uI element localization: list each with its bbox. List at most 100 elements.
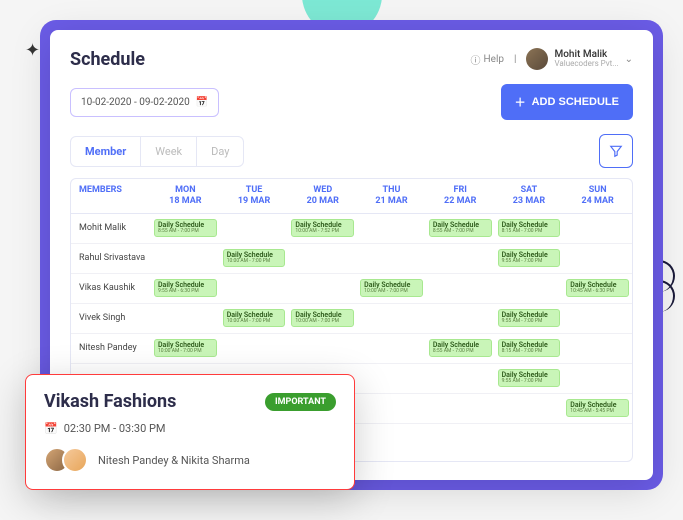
chip-time: 10:45 AM - 5:45 PM: [570, 409, 625, 414]
schedule-cell[interactable]: [288, 274, 357, 303]
schedule-cell[interactable]: Daily Schedule8:55 AM - 7:00 PM: [151, 214, 220, 243]
schedule-chip[interactable]: Daily Schedule10:00 AM - 7:52 PM: [291, 219, 354, 237]
topbar-right: ⓘ Help | Mohit Malik Valuecoders Pvt... …: [471, 48, 633, 70]
schedule-cell[interactable]: [563, 334, 632, 363]
schedule-cell[interactable]: [426, 394, 495, 423]
schedule-cell[interactable]: [495, 274, 564, 303]
schedule-chip[interactable]: Daily Schedule10:00 AM - 7:00 PM: [291, 309, 354, 327]
schedule-cell[interactable]: [563, 214, 632, 243]
schedule-cell[interactable]: [426, 244, 495, 273]
table-row: Nitesh PandeyDaily Schedule10:00 AM - 7:…: [71, 334, 632, 364]
attendee-names: Nitesh Pandey & Nikita Sharma: [98, 454, 250, 467]
schedule-cell[interactable]: [495, 394, 564, 423]
schedule-cell[interactable]: Daily Schedule10:00 AM - 7:00 PM: [357, 274, 426, 303]
divider: |: [514, 54, 516, 65]
schedule-chip[interactable]: Daily Schedule9:55 AM - 7:00 PM: [498, 369, 561, 387]
schedule-cell[interactable]: Daily Schedule10:00 AM - 7:00 PM: [288, 304, 357, 333]
user-info: Mohit Malik Valuecoders Pvt...: [554, 49, 618, 69]
schedule-cell[interactable]: [563, 304, 632, 333]
schedule-cell[interactable]: [220, 274, 289, 303]
chip-time: 10:00 AM - 7:00 PM: [227, 259, 282, 264]
view-tabs: Member Week Day: [70, 136, 244, 167]
chip-time: 8:55 AM - 7:00 PM: [433, 229, 488, 234]
schedule-cell[interactable]: Daily Schedule10:00 AM - 7:00 PM: [220, 304, 289, 333]
schedule-cell[interactable]: Daily Schedule10:00 AM - 7:00 PM: [220, 244, 289, 273]
chip-time: 8:55 AM - 7:00 PM: [433, 349, 488, 354]
schedule-chip[interactable]: Daily Schedule8:55 AM - 7:00 PM: [154, 219, 217, 237]
tab-member[interactable]: Member: [71, 137, 141, 166]
schedule-chip[interactable]: Daily Schedule9:55 AM - 7:00 PM: [498, 249, 561, 267]
add-schedule-label: ADD SCHEDULE: [532, 96, 619, 108]
schedule-cell[interactable]: Daily Schedule10:45 AM - 5:45 PM: [563, 394, 632, 423]
schedule-chip[interactable]: Daily Schedule10:00 AM - 7:00 PM: [223, 309, 286, 327]
tab-day[interactable]: Day: [197, 137, 243, 166]
schedule-cell[interactable]: [288, 244, 357, 273]
chip-time: 8:15 AM - 7:00 PM: [502, 229, 557, 234]
calendar-icon: 📅: [44, 422, 58, 435]
filter-button[interactable]: [599, 134, 633, 168]
schedule-cell[interactable]: Daily Schedule8:55 AM - 7:00 PM: [426, 334, 495, 363]
schedule-cell[interactable]: [563, 364, 632, 393]
schedule-cell[interactable]: Daily Schedule8:15 AM - 7:00 PM: [495, 214, 564, 243]
chip-time: 9:55 AM - 6:30 PM: [158, 289, 213, 294]
schedule-chip[interactable]: Daily Schedule8:55 AM - 7:00 PM: [429, 339, 492, 357]
schedule-cell[interactable]: [357, 304, 426, 333]
schedule-cell[interactable]: [563, 244, 632, 273]
schedule-chip[interactable]: Daily Schedule9:55 AM - 7:00 PM: [498, 309, 561, 327]
popup-header: Vikash Fashions IMPORTANT: [44, 391, 336, 412]
schedule-cell[interactable]: Daily Schedule8:15 AM - 7:00 PM: [495, 334, 564, 363]
schedule-chip[interactable]: Daily Schedule9:55 AM - 6:30 PM: [154, 279, 217, 297]
importance-badge: IMPORTANT: [265, 393, 336, 411]
schedule-cell[interactable]: Daily Schedule9:55 AM - 7:00 PM: [495, 244, 564, 273]
schedule-cell[interactable]: [357, 394, 426, 423]
schedule-chip[interactable]: Daily Schedule10:00 AM - 7:00 PM: [154, 339, 217, 357]
schedule-chip[interactable]: Daily Schedule10:00 AM - 7:00 PM: [223, 249, 286, 267]
avatar: [526, 48, 548, 70]
date-range-picker[interactable]: 10-02-2020 - 09-02-2020 📅: [70, 88, 219, 117]
schedule-cell[interactable]: [357, 214, 426, 243]
schedule-cell[interactable]: [357, 364, 426, 393]
table-row: Mohit MalikDaily Schedule8:55 AM - 7:00 …: [71, 214, 632, 244]
schedule-cell[interactable]: Daily Schedule9:55 AM - 7:00 PM: [495, 364, 564, 393]
schedule-chip[interactable]: Daily Schedule10:00 AM - 7:00 PM: [360, 279, 423, 297]
header-day-thu: THU21 MAR: [357, 179, 426, 213]
chip-time: 8:55 AM - 7:00 PM: [158, 229, 213, 234]
schedule-cell[interactable]: Daily Schedule10:00 AM - 7:00 PM: [151, 334, 220, 363]
member-cell: Vikas Kaushik: [71, 274, 151, 303]
schedule-chip[interactable]: Daily Schedule8:55 AM - 7:00 PM: [429, 219, 492, 237]
schedule-cell[interactable]: [220, 214, 289, 243]
popup-people: Nitesh Pandey & Nikita Sharma: [44, 447, 336, 473]
avatar: [62, 447, 88, 473]
schedule-cell[interactable]: Daily Schedule9:55 AM - 7:00 PM: [495, 304, 564, 333]
user-menu[interactable]: Mohit Malik Valuecoders Pvt... ⌄: [526, 48, 633, 70]
schedule-cell[interactable]: Daily Schedule10:00 AM - 7:52 PM: [288, 214, 357, 243]
schedule-cell[interactable]: [426, 304, 495, 333]
schedule-cell[interactable]: [426, 274, 495, 303]
schedule-chip[interactable]: Daily Schedule10:45 AM - 5:45 PM: [566, 399, 629, 417]
chip-time: 9:55 AM - 7:00 PM: [502, 259, 557, 264]
schedule-cell[interactable]: [357, 244, 426, 273]
schedule-chip[interactable]: Daily Schedule8:15 AM - 7:00 PM: [498, 339, 561, 357]
member-cell: Nitesh Pandey: [71, 334, 151, 363]
schedule-cell[interactable]: [220, 334, 289, 363]
schedule-cell[interactable]: Daily Schedule10:45 AM - 6:30 PM: [563, 274, 632, 303]
header-day-sun: SUN24 MAR: [563, 179, 632, 213]
chip-time: 10:45 AM - 6:30 PM: [570, 289, 625, 294]
schedule-cell[interactable]: Daily Schedule9:55 AM - 6:30 PM: [151, 274, 220, 303]
add-schedule-button[interactable]: ＋ ADD SCHEDULE: [501, 84, 633, 120]
schedule-cell[interactable]: [151, 304, 220, 333]
tab-week[interactable]: Week: [141, 137, 197, 166]
schedule-cell[interactable]: Daily Schedule8:55 AM - 7:00 PM: [426, 214, 495, 243]
schedule-cell[interactable]: [426, 364, 495, 393]
schedule-cell[interactable]: [357, 334, 426, 363]
page-title: Schedule: [70, 49, 145, 70]
event-popup: Vikash Fashions IMPORTANT 📅 02:30 PM - 0…: [25, 374, 355, 490]
chip-time: 10:00 AM - 7:00 PM: [364, 289, 419, 294]
schedule-chip[interactable]: Daily Schedule8:15 AM - 7:00 PM: [498, 219, 561, 237]
schedule-cell[interactable]: [151, 244, 220, 273]
schedule-cell[interactable]: [288, 334, 357, 363]
member-cell: Rahul Srivastava: [71, 244, 151, 273]
chip-time: 10:00 AM - 7:00 PM: [158, 349, 213, 354]
schedule-chip[interactable]: Daily Schedule10:45 AM - 6:30 PM: [566, 279, 629, 297]
help-link[interactable]: ⓘ Help: [471, 52, 504, 67]
